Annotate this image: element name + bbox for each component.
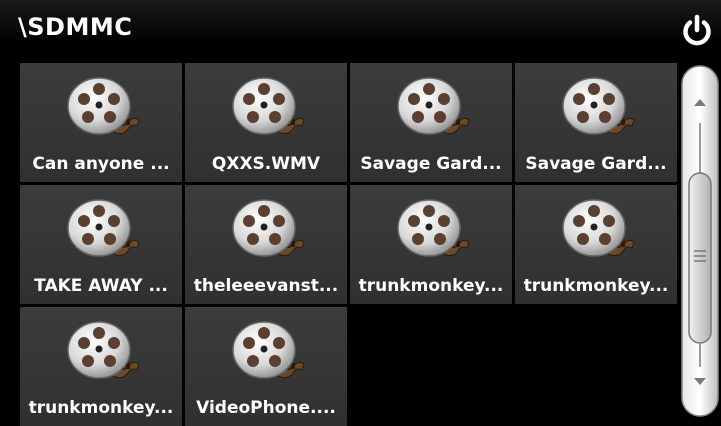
film-reel-icon <box>393 194 473 266</box>
film-reel-icon <box>63 194 143 266</box>
scroll-thumb[interactable] <box>688 172 712 344</box>
file-name: VideoPhone.... <box>196 398 336 418</box>
file-tile[interactable]: trunkmonkey... <box>20 307 182 426</box>
file-name: TAKE AWAY ... <box>34 276 168 296</box>
file-tile[interactable]: VideoPhone.... <box>185 307 347 426</box>
title-bar: \SDMMC <box>0 0 721 62</box>
film-reel-icon <box>63 316 143 388</box>
file-tile[interactable]: Can anyone ... <box>20 63 182 182</box>
file-tile[interactable]: Savage Gard... <box>515 63 677 182</box>
file-tile[interactable]: QXXS.WMV <box>185 63 347 182</box>
file-name: trunkmonkey... <box>358 276 504 296</box>
file-tile[interactable]: trunkmonkey... <box>350 185 512 304</box>
file-name: trunkmonkey... <box>523 276 669 296</box>
film-reel-icon <box>228 72 308 144</box>
power-icon[interactable] <box>680 14 714 48</box>
film-reel-icon <box>558 194 638 266</box>
file-name: theleeevanst... <box>193 276 339 296</box>
scrollbar[interactable] <box>681 65 719 417</box>
film-reel-icon <box>558 72 638 144</box>
film-reel-icon <box>393 72 473 144</box>
file-tile[interactable]: TAKE AWAY ... <box>20 185 182 304</box>
film-reel-icon <box>228 316 308 388</box>
file-name: trunkmonkey... <box>28 398 174 418</box>
file-grid: Can anyone ... QXXS.WMV Savage Gard... S… <box>20 63 677 426</box>
file-tile[interactable]: Savage Gard... <box>350 63 512 182</box>
file-tile[interactable]: trunkmonkey... <box>515 185 677 304</box>
film-reel-icon <box>228 194 308 266</box>
film-reel-icon <box>63 72 143 144</box>
file-name: Can anyone ... <box>32 154 170 174</box>
file-name: Savage Gard... <box>525 154 667 174</box>
folder-path: \SDMMC <box>18 13 133 41</box>
file-tile[interactable]: theleeevanst... <box>185 185 347 304</box>
file-name: Savage Gard... <box>360 154 502 174</box>
file-name: QXXS.WMV <box>211 154 321 174</box>
